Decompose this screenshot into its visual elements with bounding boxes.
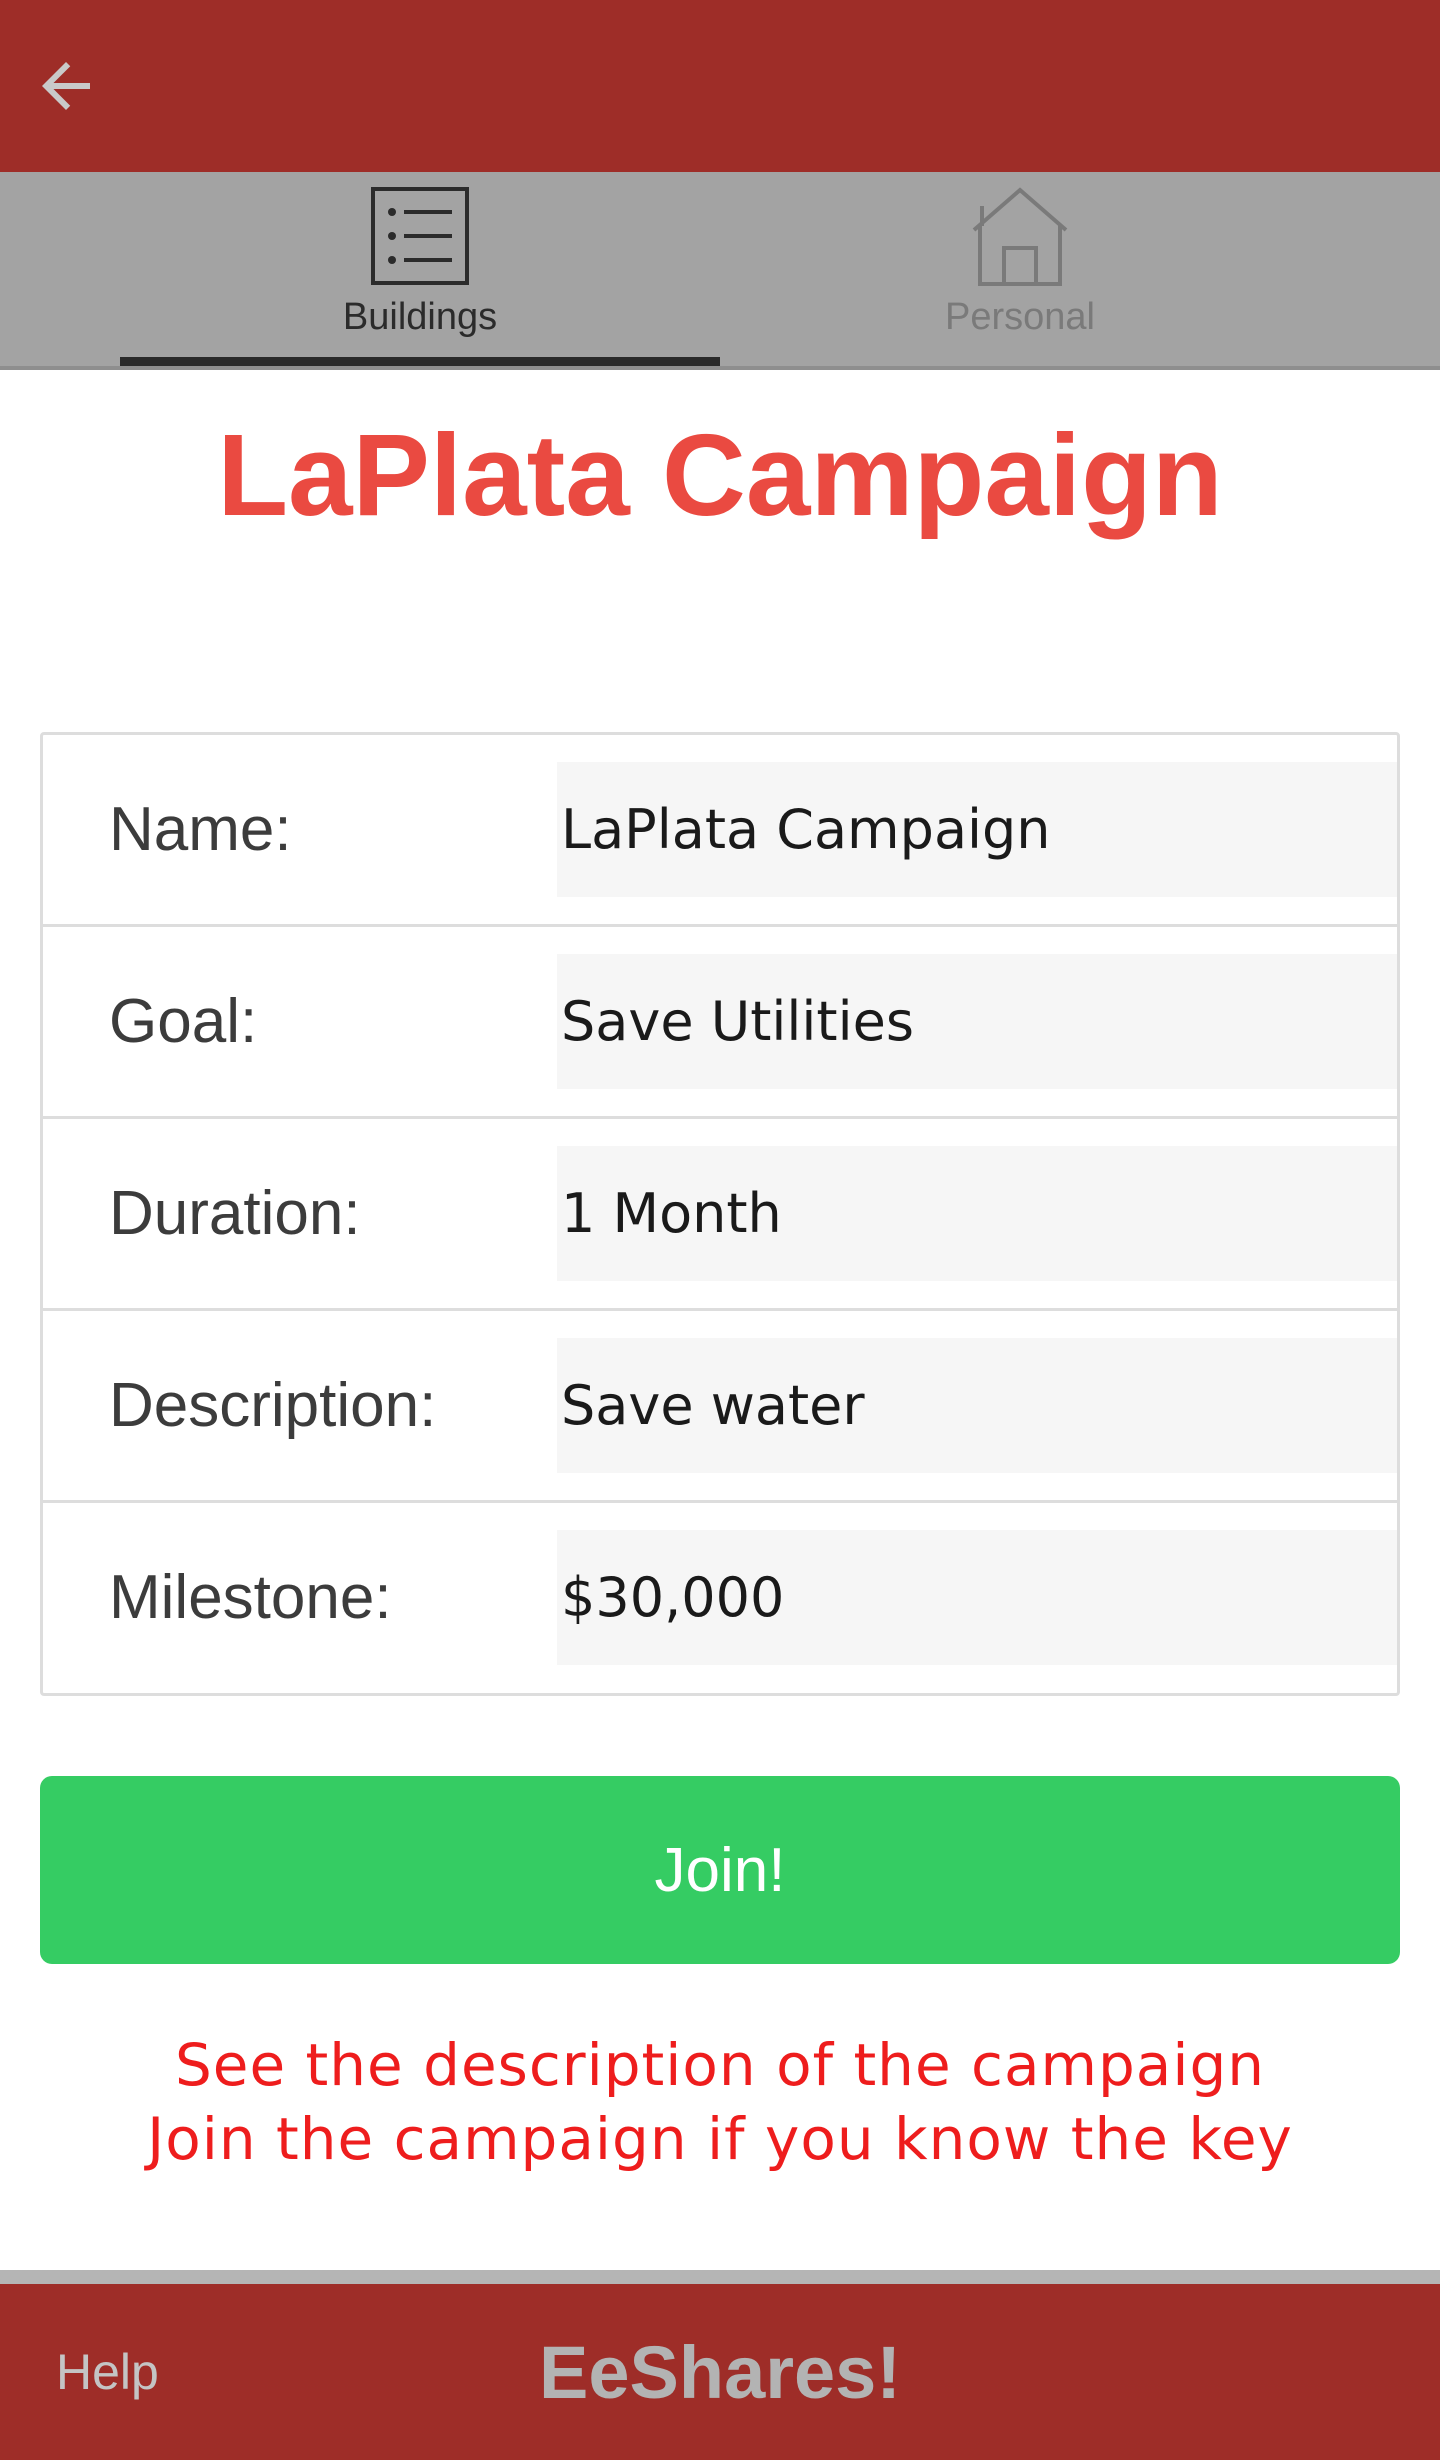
note-line-2: Join the campaign if you know the key bbox=[147, 2105, 1293, 2173]
tab-bar: Buildings Personal bbox=[0, 172, 1440, 370]
name-field[interactable]: LaPlata Campaign bbox=[557, 762, 1397, 897]
footer-bar: EeShares! Help bbox=[0, 2284, 1440, 2460]
home-icon bbox=[972, 187, 1068, 286]
detail-row-name: Name: LaPlata Campaign bbox=[43, 735, 1397, 927]
detail-row-duration: Duration: 1 Month bbox=[43, 1119, 1397, 1311]
join-button[interactable]: Join! bbox=[40, 1776, 1400, 1964]
goal-field[interactable]: Save Utilities bbox=[557, 954, 1397, 1089]
page-title: LaPlata Campaign bbox=[217, 410, 1223, 540]
back-button[interactable] bbox=[18, 38, 114, 134]
selected-tab-indicator bbox=[120, 357, 720, 366]
footer-divider bbox=[0, 2270, 1440, 2284]
tab-buildings-label: Buildings bbox=[342, 296, 498, 338]
campaign-details-table: Name: LaPlata Campaign Goal: Save Utilit… bbox=[40, 732, 1400, 1696]
duration-label: Duration: bbox=[109, 1179, 361, 1248]
goal-label: Goal: bbox=[109, 987, 258, 1056]
tab-personal[interactable]: Personal bbox=[720, 172, 1320, 366]
milestone-label: Milestone: bbox=[109, 1563, 392, 1632]
name-label: Name: bbox=[109, 795, 292, 864]
detail-row-milestone: Milestone: $30,000 bbox=[43, 1503, 1397, 1695]
app-bar bbox=[0, 0, 1440, 172]
duration-field[interactable]: 1 Month bbox=[557, 1146, 1397, 1281]
milestone-field[interactable]: $30,000 bbox=[557, 1530, 1397, 1665]
arrow-left-icon bbox=[42, 62, 90, 110]
list-icon bbox=[371, 187, 469, 285]
instruction-note: See the description of the campaign Join… bbox=[0, 2028, 1440, 2176]
detail-row-description: Description: Save water bbox=[43, 1311, 1397, 1503]
tab-buildings[interactable]: Buildings bbox=[120, 172, 720, 366]
description-field[interactable]: Save water bbox=[557, 1338, 1397, 1473]
description-label: Description: bbox=[109, 1371, 437, 1440]
brand-name: EeShares! bbox=[539, 2330, 901, 2414]
tab-personal-label: Personal bbox=[945, 296, 1095, 338]
app-screen: Buildings Personal LaPlata Campaign Name… bbox=[0, 0, 1440, 2460]
note-line-1: See the description of the campaign bbox=[174, 2031, 1266, 2099]
detail-row-goal: Goal: Save Utilities bbox=[43, 927, 1397, 1119]
help-link[interactable]: Help bbox=[56, 2284, 159, 2460]
